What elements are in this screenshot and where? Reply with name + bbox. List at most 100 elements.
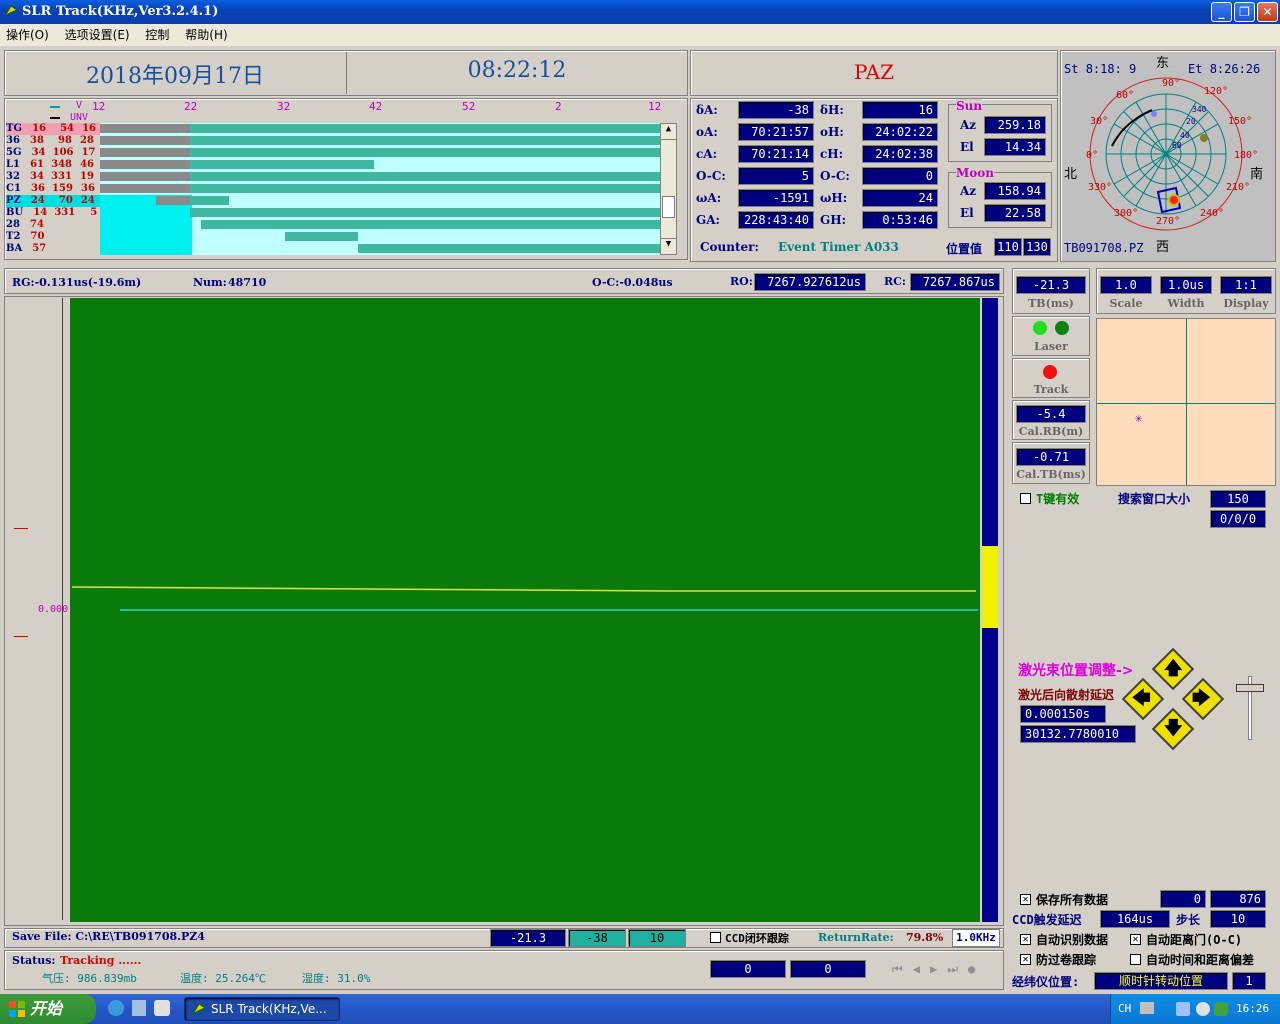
north-label: 北 [1064,167,1078,182]
menu-control[interactable]: 控制 [145,28,169,42]
param-value-wH: 24 [862,189,938,207]
rc-label: RC: [884,275,906,288]
tick-90: 90° [1162,78,1180,89]
pass-row[interactable]: PZ 24 70 24 [6,195,100,207]
moon-az-label: Az [960,184,977,198]
beam-adjust-label: 激光束位置调整-> [1018,663,1134,679]
theodolite-value[interactable]: 1 [1232,972,1266,990]
pass-row[interactable]: 36 38 98 28 [6,135,100,147]
playback-controls[interactable]: ⏮◀▶⏭● [892,962,985,977]
pass-value-b: 331 [51,171,72,182]
display-value[interactable]: 1:1 [1220,276,1272,294]
menu-help[interactable]: 帮助(H) [185,28,227,42]
display-label: Display [1223,297,1269,310]
tick-180: 180° [1234,150,1258,161]
pass-bar[interactable] [189,208,660,217]
menu-operate[interactable]: 操作(O) [6,28,49,42]
pass-row[interactable]: 28 74 [6,219,100,231]
auto-gate-checkbox[interactable]: ✕ [1130,934,1141,945]
sun-el-value: 14.34 [984,138,1046,156]
cal-tb-label: Cal.TB(ms) [1016,468,1086,481]
pass-bar-past [100,136,190,145]
timeline-axis: 12 22 32 42 52 2 12 [92,100,661,114]
auto-id-label: 自动识别数据 [1036,933,1109,947]
pass-row[interactable]: T2 70 [6,231,100,243]
sun-az-label: Az [960,118,977,132]
param-value-GA: 228:43:40 [738,211,814,229]
pass-row[interactable]: TG 16 54 16 [6,123,100,135]
tb-value[interactable]: -21.3 [1016,276,1086,294]
pass-value-a: 34 [30,171,44,182]
arrow-down-icon: 🡇 [1164,718,1183,739]
step-value[interactable]: 10 [1210,910,1266,928]
counter-value: Event Timer A033 [778,240,899,254]
pass-bar[interactable] [357,244,660,253]
tb-label: TB(ms) [1028,297,1074,310]
counter-box-2: 0 [790,960,866,978]
t-key-checkbox[interactable] [1020,493,1031,504]
volume-icon[interactable] [1196,1002,1210,1016]
pass-row[interactable]: BA 57 [6,243,100,255]
network-icon[interactable] [1176,1002,1190,1016]
auto-bias-checkbox[interactable] [1130,954,1141,965]
language-indicator[interactable]: CH [1118,1002,1131,1015]
rc-value: 7267.867us [910,273,1000,291]
ccd-loop-checkbox[interactable] [710,932,721,943]
arrow-right-icon: 🡆 [1192,688,1211,709]
maximize-button[interactable]: ❐ [1234,2,1255,22]
windows-logo-icon [8,1000,26,1018]
tick-inner-40: 40 [1180,131,1190,140]
close-button[interactable]: ✕ [1257,2,1278,22]
media-icon[interactable] [154,1000,170,1016]
keyboard-icon[interactable] [1140,1002,1154,1014]
cal-rb-value[interactable]: -5.4 [1016,405,1086,423]
pass-row[interactable]: 32 34 331 19 [6,171,100,183]
minimize-button[interactable]: _ [1211,2,1232,22]
pass-name: BA [6,243,23,254]
param-label-dH: δH: [820,103,844,117]
ccd-delay-label: CCD触发延迟 [1012,913,1082,927]
anti-wrap-checkbox[interactable]: ✕ [1020,954,1031,965]
theodolite-rotate-button[interactable]: 顺时针转动位置 [1094,972,1228,990]
menu-options[interactable]: 选项设置(E) [65,28,130,42]
ie-icon[interactable] [108,1000,124,1016]
tick-inner-60: 60 [1172,141,1182,150]
cal-tb-value[interactable]: -0.71 [1016,448,1086,466]
scale-value[interactable]: 1.0 [1100,276,1152,294]
ccd-delay-value[interactable]: 164us [1100,910,1170,928]
pass-row[interactable]: L1 61 348 46 [6,159,100,171]
save-count-2: 876 [1210,890,1266,908]
pass-name: C1 [6,183,21,194]
desktop-icon[interactable] [132,1000,146,1016]
param-label-oH: oH: [820,125,844,139]
oc-value: O-C:-0.048us [592,276,673,289]
backscatter-value-2[interactable]: 30132.7780010 [1020,725,1136,743]
backscatter-value-1[interactable]: 0.000150s [1020,705,1106,723]
taskbar-app-button[interactable]: SLR Track(KHz,Ve... [184,997,340,1021]
pass-row[interactable]: 5G 34 106 17 [6,147,100,159]
t-key-label: T键有效 [1036,492,1080,506]
search-window-value[interactable]: 150 [1210,490,1266,508]
search-window-label: 搜索窗口大小 [1118,492,1191,506]
pass-row[interactable]: BU 14 331 5 [6,207,100,219]
pass-row[interactable]: C1 36 159 36 [6,183,100,195]
beam-slider-thumb[interactable] [1236,684,1264,692]
south-label: 南 [1250,167,1264,182]
pass-bar[interactable] [284,232,358,241]
ccd-view[interactable]: ✳ [1096,318,1276,486]
ro-value: 7267.927612us [754,273,866,291]
pass-scrollbar[interactable]: ▲ ▼ [660,123,677,255]
position-value-2: 130 [1023,238,1051,256]
position-label: 位置值 [946,242,983,256]
pass-bar-past [100,160,190,169]
auto-id-checkbox[interactable]: ✕ [1020,934,1031,945]
rg-value: RG:-0.131us(-19.6m) [12,276,142,289]
width-label: Width [1167,297,1205,310]
pass-bar[interactable] [200,220,660,229]
width-value[interactable]: 1.0us [1160,276,1212,294]
pass-name: TG [6,123,22,134]
track-file: TB091708.PZ [1064,241,1144,255]
save-all-checkbox[interactable]: ✕ [1020,894,1031,905]
tick-270: 270° [1156,216,1180,227]
security-shield-icon[interactable] [1214,1002,1228,1016]
